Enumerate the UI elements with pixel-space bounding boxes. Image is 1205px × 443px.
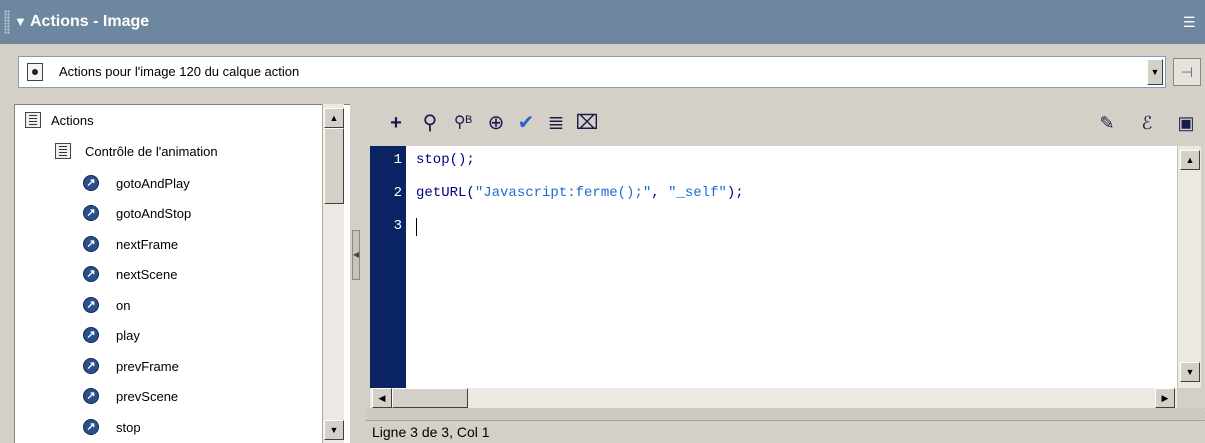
text-caret <box>416 218 417 236</box>
scrollbar-corner <box>1177 388 1201 408</box>
tree-item-label: gotoAndPlay <box>116 175 190 191</box>
action-icon: ↗ <box>83 297 99 313</box>
tree-item-label: play <box>116 327 140 343</box>
tree-item-on[interactable]: ↗ on <box>83 294 130 316</box>
code-string: "_self" <box>668 185 727 201</box>
target-selector-row: Actions pour l'image 120 du calque actio… <box>0 44 1205 104</box>
editor-vertical-scrollbar[interactable]: ▲ ▼ <box>1177 146 1201 388</box>
tree-category-label: Contrôle de l'animation <box>85 143 218 159</box>
hint-icon[interactable]: ⌧ <box>574 110 600 136</box>
code-text: , <box>651 185 669 201</box>
tree-item-label: nextScene <box>116 266 178 282</box>
check-icon[interactable]: ✔ <box>514 110 538 136</box>
editor-horizontal-scrollbar[interactable]: ◀ ▶ <box>370 388 1177 408</box>
collapse-arrow-icon[interactable]: ▼ <box>14 14 27 30</box>
tree-category-animation-control[interactable]: Contrôle de l'animation <box>55 140 218 162</box>
reference-icon[interactable]: ✎ <box>1094 110 1120 136</box>
tree-scrollbar[interactable]: ▲ ▼ <box>322 104 344 443</box>
tree-root-label: Actions <box>51 112 94 128</box>
panel-menu-icon[interactable]: ☰ <box>1183 14 1196 30</box>
code-text: ); <box>726 185 744 201</box>
scroll-down-icon[interactable]: ▼ <box>1180 362 1200 382</box>
tree-root-actions[interactable]: Actions <box>25 109 94 131</box>
find-icon[interactable]: ⚲ <box>418 110 442 136</box>
scroll-left-icon[interactable]: ◀ <box>372 388 392 408</box>
tree-item-nextFrame[interactable]: ↗ nextFrame <box>83 233 178 255</box>
plus-icon[interactable]: + <box>384 110 408 136</box>
line-number: 3 <box>393 218 402 234</box>
tree-item-label: prevScene <box>116 388 179 404</box>
frame-icon <box>27 63 43 81</box>
format-icon[interactable]: ≣ <box>544 110 568 136</box>
action-icon: ↗ <box>83 358 99 374</box>
dropdown-arrow-icon[interactable]: ▼ <box>1147 59 1163 85</box>
code-text: getURL( <box>416 185 475 201</box>
target-icon[interactable]: ⊕ <box>484 110 508 136</box>
tree-item-label: gotoAndStop <box>116 205 192 221</box>
tree-item-nextScene[interactable]: ↗ nextScene <box>83 263 177 285</box>
code-line-2: getURL("Javascript:ferme();", "_self"); <box>416 185 744 201</box>
target-dropdown[interactable]: Actions pour l'image 120 du calque actio… <box>18 56 1166 88</box>
scroll-thumb[interactable] <box>324 128 344 204</box>
status-bar: Ligne 3 de 3, Col 1 <box>366 420 1205 443</box>
view-options-icon[interactable]: ▣ <box>1172 110 1200 136</box>
status-text: Ligne 3 de 3, Col 1 <box>372 424 490 440</box>
book-icon <box>25 112 41 128</box>
replace-icon[interactable]: ⚲ᴮ <box>450 110 476 136</box>
tree-item-gotoAndStop[interactable]: ↗ gotoAndStop <box>83 202 191 224</box>
tree-item-label: prevFrame <box>116 358 179 374</box>
tree-item-gotoAndPlay[interactable]: ↗ gotoAndPlay <box>83 172 190 194</box>
debug-icon[interactable]: ℰ <box>1132 110 1162 136</box>
book-icon <box>55 143 71 159</box>
tree-item-stop[interactable]: ↗ stop <box>83 416 141 438</box>
tree-item-label: on <box>116 297 131 313</box>
scroll-down-icon[interactable]: ▼ <box>324 420 344 440</box>
grip-icon[interactable] <box>4 10 10 34</box>
tree-item-prevScene[interactable]: ↗ prevScene <box>83 385 178 407</box>
action-icon: ↗ <box>83 236 99 252</box>
actions-tree: Actions Contrôle de l'animation ↗ gotoAn… <box>14 104 350 443</box>
action-icon: ↗ <box>83 388 99 404</box>
pin-icon[interactable]: ⊣ <box>1173 58 1201 86</box>
action-icon: ↗ <box>83 205 99 221</box>
action-icon: ↗ <box>83 266 99 282</box>
action-icon: ↗ <box>83 419 99 435</box>
tree-item-label: stop <box>116 419 141 435</box>
tree-item-prevFrame[interactable]: ↗ prevFrame <box>83 355 179 377</box>
scroll-thumb[interactable] <box>392 388 468 408</box>
panel-titlebar[interactable]: ▼ Actions - Image ☰ <box>0 0 1205 44</box>
script-editor[interactable]: stop(); getURL("Javascript:ferme();", "_… <box>406 146 1177 388</box>
code-string: "Javascript:ferme();" <box>474 185 652 201</box>
action-icon: ↗ <box>83 175 99 191</box>
code-text: stop(); <box>416 152 475 168</box>
target-label: Actions pour l'image 120 du calque actio… <box>59 64 300 79</box>
script-toolbar: + ⚲ ⚲ᴮ ⊕ ✔ ≣ ⌧ ✎ ℰ ▣ <box>366 104 1205 142</box>
tree-item-label: nextFrame <box>116 236 179 252</box>
code-line-1: stop(); <box>416 152 475 168</box>
panel-title: Actions - Image <box>30 13 150 30</box>
scroll-right-icon[interactable]: ▶ <box>1155 388 1175 408</box>
line-number-gutter: 1 2 3 <box>370 146 406 388</box>
tree-item-play[interactable]: ↗ play <box>83 324 140 346</box>
scroll-up-icon[interactable]: ▲ <box>324 108 344 128</box>
action-icon: ↗ <box>83 327 99 343</box>
panel-splitter[interactable]: ◀ <box>352 230 360 280</box>
line-number: 2 <box>393 185 402 201</box>
resize-hatch <box>366 408 1205 420</box>
scroll-up-icon[interactable]: ▲ <box>1180 150 1200 170</box>
line-number: 1 <box>393 152 402 168</box>
